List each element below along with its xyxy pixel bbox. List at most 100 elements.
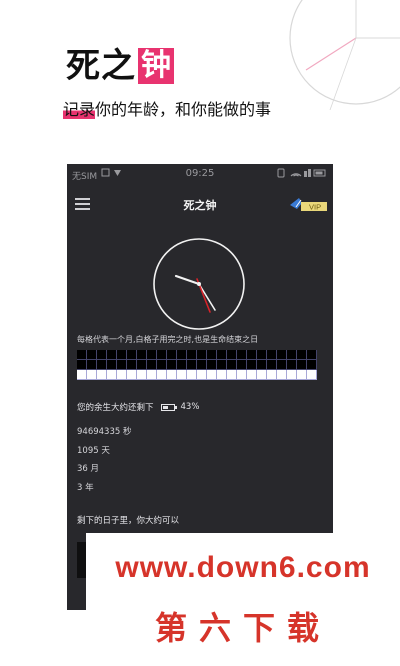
stat-seconds: 94694335 秒 — [77, 427, 132, 437]
month-cell-used — [147, 360, 157, 370]
month-cell-remaining — [157, 370, 167, 380]
month-cell-used — [227, 350, 237, 360]
stat-months: 36 月 — [77, 464, 100, 474]
month-cell-remaining — [87, 370, 97, 380]
month-cell-used — [87, 360, 97, 370]
app-navbar: 死之钟 VIP — [67, 190, 333, 218]
watermark-url: www.down6.com — [115, 551, 371, 584]
month-cell-used — [207, 360, 217, 370]
month-cell-used — [297, 360, 307, 370]
month-cell-remaining — [187, 370, 197, 380]
month-cell-used — [277, 360, 287, 370]
month-cell-used — [287, 350, 297, 360]
promo-title-highlight: 钟 — [138, 48, 174, 84]
battery-percent: 43% — [180, 402, 200, 412]
month-cell-used — [217, 360, 227, 370]
month-cell-remaining — [267, 370, 277, 380]
month-cell-used — [107, 350, 117, 360]
month-cell-remaining — [127, 370, 137, 380]
month-cell-used — [277, 350, 287, 360]
month-cell-remaining — [97, 370, 107, 380]
month-cell-used — [177, 360, 187, 370]
month-cell-remaining — [117, 370, 127, 380]
month-cell-used — [107, 360, 117, 370]
month-cell-used — [117, 350, 127, 360]
decorative-clock-icon — [289, 0, 400, 110]
month-cell-used — [197, 360, 207, 370]
month-cell-remaining — [247, 370, 257, 380]
grid-row — [77, 370, 325, 380]
month-grid — [77, 350, 325, 380]
month-cell-remaining — [147, 370, 157, 380]
month-cell-used — [187, 360, 197, 370]
month-cell-used — [227, 360, 237, 370]
month-cell-used — [207, 350, 217, 360]
stat-years: 3 年 — [77, 483, 94, 493]
vip-label: VIP — [309, 203, 321, 212]
month-cell-used — [127, 360, 137, 370]
month-cell-used — [307, 360, 317, 370]
month-cell-remaining — [257, 370, 267, 380]
month-cell-used — [157, 350, 167, 360]
month-cell-used — [217, 350, 227, 360]
month-cell-remaining — [217, 370, 227, 380]
watermark: www.down6.com 第六下载 — [86, 533, 400, 666]
promo-subtitle: 记录你的年龄，和你能做的事 — [63, 96, 271, 120]
month-cell-used — [237, 350, 247, 360]
status-icons — [277, 168, 326, 178]
month-cell-used — [157, 360, 167, 370]
month-cell-remaining — [227, 370, 237, 380]
month-cell-remaining — [107, 370, 117, 380]
grid-description: 每格代表一个月,白格子用完之时,也是生命结束之日 — [77, 335, 259, 344]
month-cell-used — [117, 360, 127, 370]
month-cell-used — [247, 350, 257, 360]
month-cell-remaining — [277, 370, 287, 380]
month-cell-remaining — [167, 370, 177, 380]
month-cell-used — [137, 350, 147, 360]
month-cell-used — [257, 360, 267, 370]
month-cell-used — [247, 360, 257, 370]
month-cell-used — [287, 360, 297, 370]
month-cell-used — [237, 360, 247, 370]
watermark-text: 第六下载 — [154, 609, 331, 647]
month-cell-used — [137, 360, 147, 370]
month-cell-used — [97, 350, 107, 360]
promo-title-text: 死之 — [66, 46, 136, 86]
month-cell-used — [77, 350, 87, 360]
month-cell-remaining — [137, 370, 147, 380]
status-bar: 无SIM 09:25 — [67, 164, 333, 184]
promo-title: 死之 钟 — [66, 46, 174, 86]
month-cell-remaining — [297, 370, 307, 380]
month-cell-used — [167, 360, 177, 370]
month-cell-remaining — [77, 370, 87, 380]
promo-subtitle-highlight: 记录 — [63, 100, 96, 119]
month-cell-remaining — [287, 370, 297, 380]
stat-days: 1095 天 — [77, 446, 110, 456]
month-cell-used — [267, 360, 277, 370]
grid-row — [77, 360, 325, 370]
grid-row — [77, 350, 325, 360]
remaining-label-text: 您的余生大约还剩下 — [77, 403, 154, 413]
month-cell-used — [257, 350, 267, 360]
month-cell-used — [187, 350, 197, 360]
bottom-section-label: 剩下的日子里，你大约可以 — [77, 516, 180, 526]
month-cell-used — [147, 350, 157, 360]
month-cell-used — [167, 350, 177, 360]
month-cell-used — [177, 350, 187, 360]
month-cell-used — [97, 360, 107, 370]
month-cell-remaining — [197, 370, 207, 380]
month-cell-used — [127, 350, 137, 360]
battery-icon — [160, 403, 177, 411]
month-cell-remaining — [237, 370, 247, 380]
month-cell-used — [297, 350, 307, 360]
month-cell-used — [307, 350, 317, 360]
month-cell-remaining — [207, 370, 217, 380]
clock-face-icon — [153, 238, 245, 330]
month-cell-used — [77, 360, 87, 370]
month-cell-used — [87, 350, 97, 360]
month-cell-used — [197, 350, 207, 360]
promo-subtitle-text: 你的年龄，和你能做的事 — [95, 100, 272, 119]
month-cell-remaining — [307, 370, 317, 380]
vip-badge-icon[interactable]: VIP — [287, 195, 329, 213]
month-cell-used — [267, 350, 277, 360]
